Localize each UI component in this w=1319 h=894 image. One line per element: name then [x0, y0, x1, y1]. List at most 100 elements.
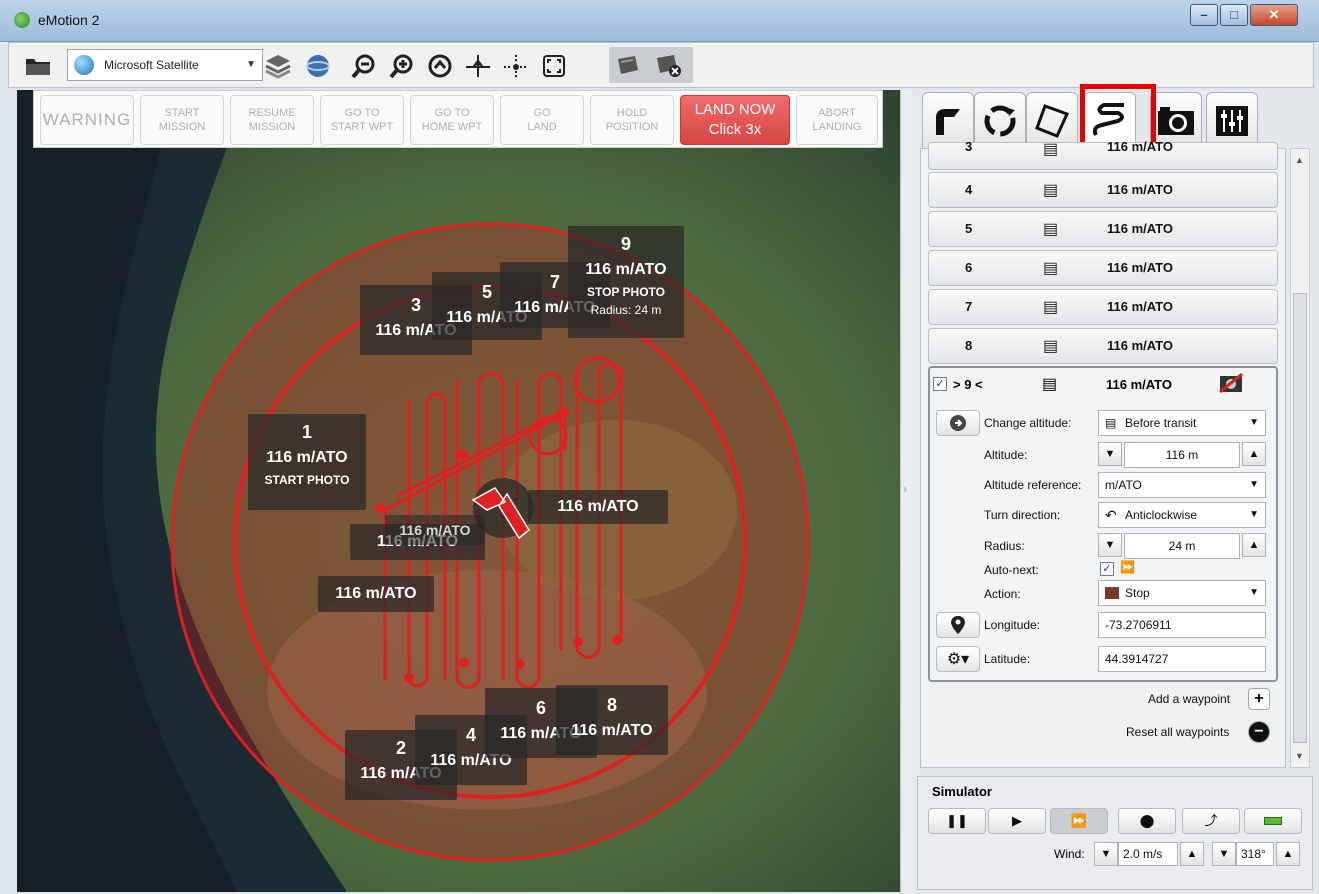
waypoint-row[interactable]: 5 ▤ 116 m/ATO	[928, 211, 1278, 247]
go-land-button[interactable]: GO LAND	[500, 95, 584, 145]
zoom-in-icon[interactable]	[387, 51, 417, 81]
waypoint-action: STOP PHOTO	[586, 285, 666, 299]
window-title: eMotion 2	[38, 12, 100, 28]
simulator-title: Simulator	[932, 784, 992, 799]
selected-waypoint-number: > 9 <	[953, 377, 983, 392]
center-drone-icon[interactable]	[463, 51, 493, 81]
longitude-input[interactable]: -73.2706911	[1098, 612, 1266, 638]
change-altitude-select[interactable]: ▤ Before transit ▼	[1098, 410, 1266, 436]
wind-speed-decrement[interactable]: ▼	[1094, 842, 1118, 866]
hold-position-line2: POSITION	[605, 121, 659, 133]
scroll-up-icon[interactable]: ▲	[1295, 155, 1304, 165]
go-to-start-button[interactable]: GO TO START WPT	[320, 95, 404, 145]
abort-landing-button[interactable]: ABORT LANDING	[796, 95, 878, 145]
map-waypoint-label[interactable]: 9 116 m/ATO STOP PHOTO Radius: 24 m	[568, 226, 684, 338]
waypoint-row[interactable]: 7 ▤ 116 m/ATO	[928, 289, 1278, 325]
wind-dir-increment[interactable]: ▲	[1276, 842, 1300, 866]
map-waypoint-label[interactable]: 1 116 m/ATO START PHOTO	[248, 414, 366, 510]
turn-direction-select[interactable]: ↶ Anticlockwise ▼	[1098, 502, 1266, 528]
sim-battery-button[interactable]	[1244, 808, 1302, 834]
latitude-input[interactable]: 44.3914727	[1098, 646, 1266, 672]
warning-button[interactable]: WARNING	[40, 95, 134, 145]
map-pin-icon	[951, 616, 965, 634]
map-source-select[interactable]: Microsoft Satellite ▼	[67, 49, 263, 81]
change-altitude-button[interactable]	[936, 410, 980, 436]
radius-decrement-button[interactable]: ▼	[1098, 533, 1122, 557]
radius-input[interactable]: 24 m	[1124, 533, 1240, 559]
zoom-out-icon[interactable]	[349, 51, 379, 81]
add-waypoint-button[interactable]: +	[1248, 688, 1270, 710]
sim-takeoff-button[interactable]: ⤴	[1182, 808, 1240, 834]
land-now-button[interactable]: LAND NOW Click 3x	[680, 95, 790, 145]
go-to-home-line2: HOME WPT	[421, 121, 483, 133]
tab-loop[interactable]	[974, 92, 1026, 148]
go-to-home-button[interactable]: GO TO HOME WPT	[410, 95, 494, 145]
map-altitude-label[interactable]: 116 m/ATO	[318, 576, 434, 612]
hold-position-button[interactable]: HOLD POSITION	[590, 95, 674, 145]
altitude-reference-value: m/ATO	[1105, 478, 1142, 492]
sphere-icon[interactable]	[303, 51, 333, 81]
waypoint-checkbox[interactable]: ✓	[933, 377, 947, 391]
gear-icon: ⚙▾	[946, 651, 970, 668]
folder-icon[interactable]	[23, 51, 53, 81]
altitude-icon: ▤	[1043, 338, 1059, 355]
wind-dir-decrement[interactable]: ▼	[1212, 842, 1236, 866]
radius-increment-button[interactable]: ▲	[1242, 533, 1266, 557]
wind-speed-increment[interactable]: ▲	[1180, 842, 1204, 866]
waypoint-row[interactable]: 4 ▤ 116 m/ATO	[928, 172, 1278, 208]
maximize-button[interactable]: □	[1220, 4, 1248, 26]
waypoint-row[interactable]: 8 ▤ 116 m/ATO	[928, 328, 1278, 364]
main-toolbar: Microsoft Satellite ▼	[8, 42, 1314, 88]
battery-icon	[1264, 817, 1282, 825]
wind-label: Wind:	[1054, 847, 1085, 861]
start-mission-button[interactable]: START MISSION	[140, 95, 224, 145]
action-select[interactable]: Stop ▼	[1098, 580, 1266, 606]
fullscreen-icon[interactable]	[539, 51, 569, 81]
close-button[interactable]: ✕	[1250, 4, 1298, 26]
waypoint-list-scrollbar[interactable]: ▲ ▼	[1290, 148, 1310, 768]
reset-waypoints-button[interactable]: −	[1248, 721, 1270, 743]
scrollbar-thumb[interactable]	[1293, 293, 1307, 743]
map-altitude-label[interactable]: 116 m/ATO	[528, 490, 668, 524]
sim-location-button[interactable]: ⬤	[1118, 808, 1176, 834]
radius-label: Radius:	[984, 539, 1025, 553]
sim-fast-forward-button[interactable]: ⏩	[1050, 808, 1108, 834]
turn-direction-value: Anticlockwise	[1125, 508, 1198, 522]
view-hide-icon[interactable]	[653, 50, 683, 80]
map-waypoint-label[interactable]: 8 116 m/ATO	[556, 685, 668, 755]
waypoint-number: 8	[965, 338, 973, 353]
go-to-start-line2: START WPT	[330, 121, 394, 133]
waypoint-settings-button[interactable]: ⚙▾	[936, 646, 980, 672]
sim-pause-button[interactable]: ❚❚	[928, 808, 986, 834]
panel-splitter[interactable]: ›	[900, 90, 913, 894]
resume-mission-button[interactable]: RESUME MISSION	[230, 95, 314, 145]
waypoint-number: 3	[965, 139, 973, 154]
layers-icon[interactable]	[263, 51, 293, 81]
auto-next-checkbox[interactable]: ✓	[1100, 562, 1114, 576]
scroll-down-icon[interactable]: ▼	[1295, 751, 1304, 761]
view-toggle-icon[interactable]	[613, 50, 643, 80]
center-waypoint-icon[interactable]	[501, 51, 531, 81]
waypoint-row[interactable]: 6 ▤ 116 m/ATO	[928, 250, 1278, 286]
map-source-value: Microsoft Satellite	[104, 58, 199, 72]
tab-settings[interactable]	[1206, 92, 1258, 148]
map-altitude-label[interactable]: 116 m/ATO	[385, 515, 485, 545]
fast-forward-icon: ⏩	[1120, 560, 1135, 574]
action-label: Action:	[984, 587, 1021, 601]
sim-play-button[interactable]: ▶	[988, 808, 1046, 834]
waypoint-altitude: 116 m/ATO	[1107, 299, 1173, 314]
altitude-reference-select[interactable]: m/ATO ▼	[1098, 472, 1266, 498]
altitude-input[interactable]: 116 m	[1124, 442, 1240, 468]
altitude-decrement-button[interactable]: ▼	[1098, 442, 1122, 466]
minimize-button[interactable]: –	[1190, 4, 1218, 26]
waypoint-row[interactable]: 3 ▤ 116 m/ATO	[928, 139, 1278, 170]
altitude-label: Altitude:	[984, 448, 1028, 462]
title-bar: eMotion 2 – □ ✕	[0, 0, 1319, 42]
pause-icon: ❚❚	[946, 813, 968, 828]
locate-waypoint-button[interactable]	[936, 612, 980, 638]
wind-dir-input[interactable]: 318°	[1236, 842, 1274, 866]
zoom-fit-icon[interactable]	[425, 51, 455, 81]
plus-icon: +	[1254, 690, 1264, 707]
altitude-increment-button[interactable]: ▲	[1242, 442, 1266, 466]
wind-speed-input[interactable]: 2.0 m/s	[1118, 842, 1178, 866]
